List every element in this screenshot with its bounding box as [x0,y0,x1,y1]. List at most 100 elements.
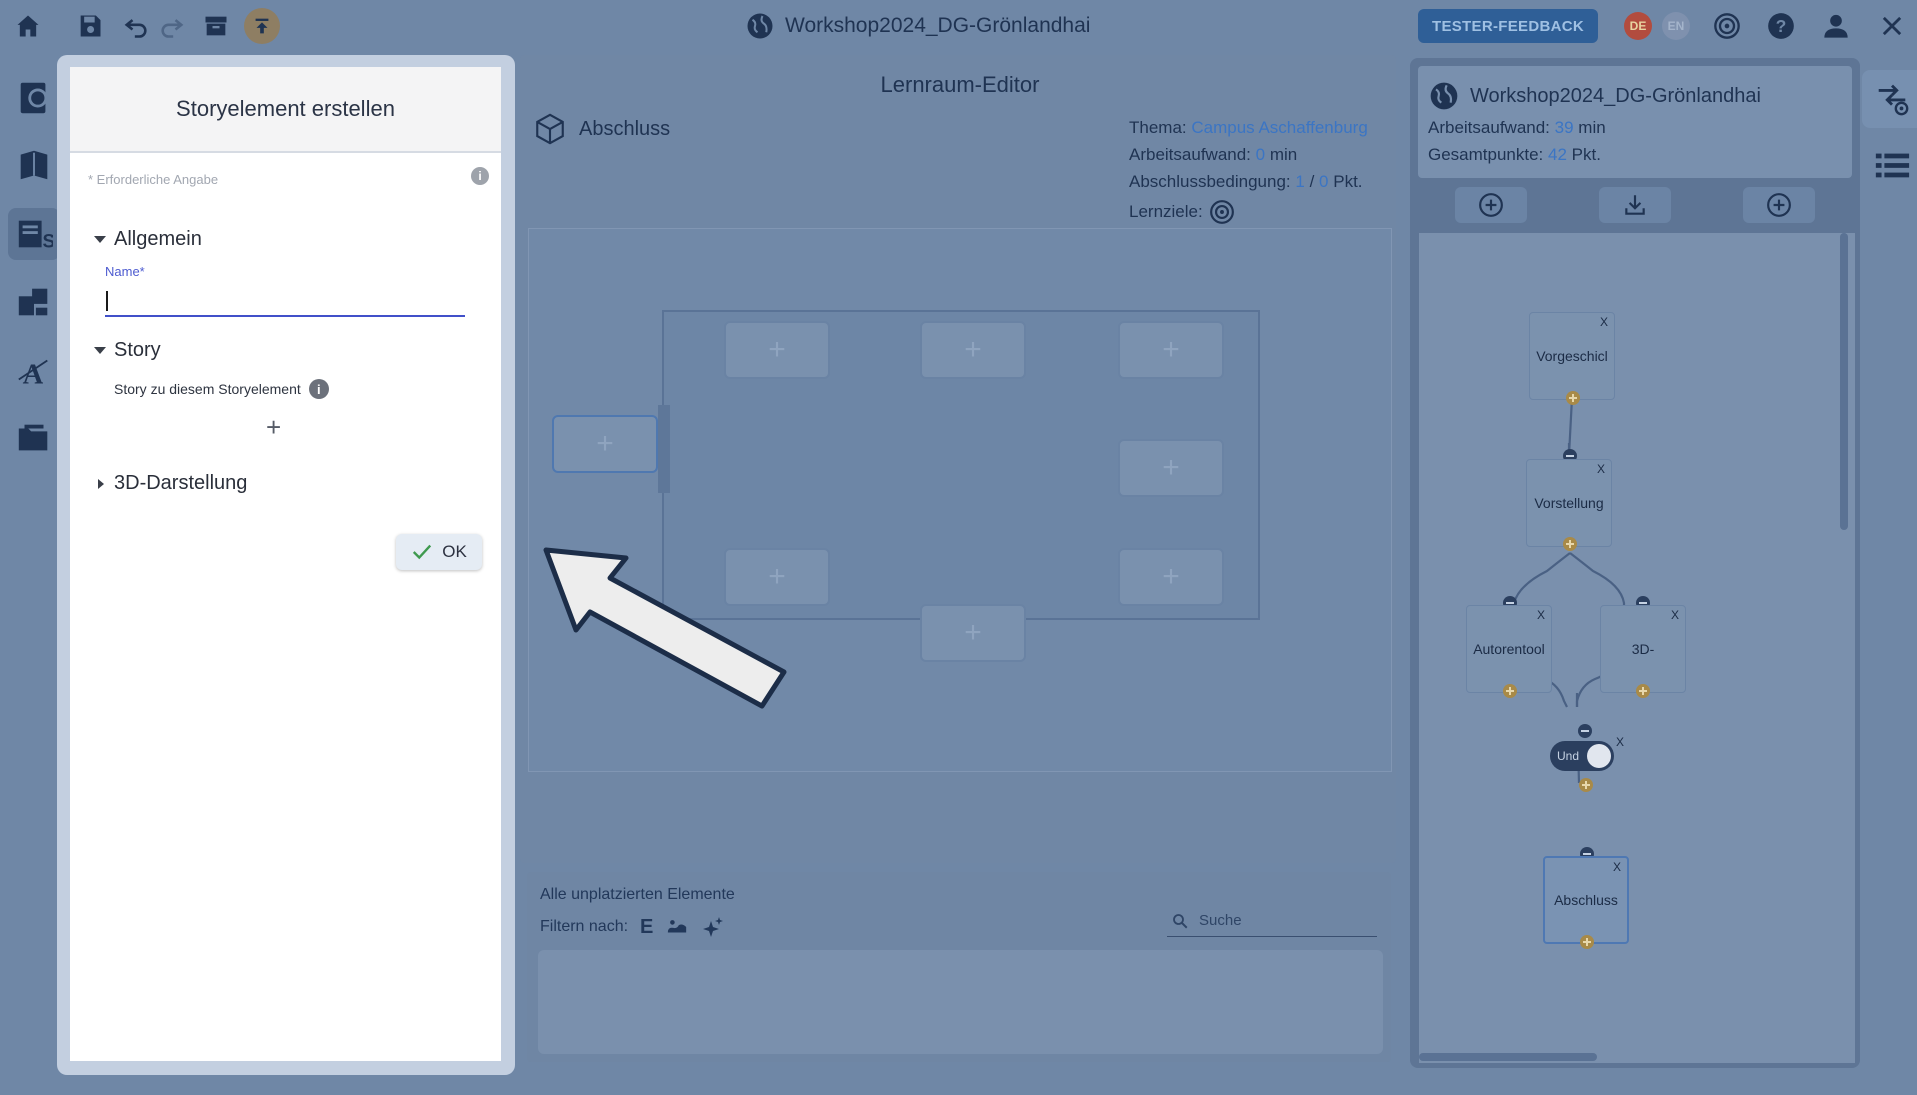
top-bar: Workshop2024_DG-Grönlandhai TESTER-FEEDB… [0,0,1917,52]
globe-icon [747,13,773,39]
required-note: * Erforderliche Angabe [88,172,219,187]
add-story-button[interactable]: + [266,412,281,443]
ok-button[interactable]: OK [396,534,482,570]
info-icon[interactable]: i [471,167,489,185]
graph-node-3d[interactable]: X 3D- [1600,605,1686,693]
list-view-icon[interactable] [1872,145,1912,185]
text-cursor [106,291,108,311]
search-icon [1173,913,1188,928]
learning-path-icon[interactable] [1872,78,1912,118]
filter-adaptivity-icon[interactable] [701,915,725,939]
and-condition-toggle[interactable]: Und [1550,741,1614,771]
help-icon[interactable]: ? [1765,10,1797,42]
nav-adaptivity-icon[interactable]: A [8,344,60,396]
add-circle-icon [1479,193,1503,217]
world-panel-title: Workshop2024_DG-Grönlandhai [1428,80,1761,112]
node-output-dot[interactable] [1503,684,1517,698]
nav-learning-space-icon[interactable]: S [8,208,60,260]
nav-files-icon[interactable] [8,412,60,464]
theme-value: Campus Aschaffenburg [1191,118,1368,137]
language-de-button[interactable]: DE [1624,12,1652,40]
save-icon[interactable] [74,10,106,42]
chevron-right-icon [98,478,104,489]
element-slot[interactable]: + [1118,439,1224,497]
add-space-button[interactable] [1455,187,1527,223]
element-slot[interactable]: + [1118,321,1224,379]
element-slot[interactable]: + [920,321,1026,379]
section-story-toggle[interactable]: Story [94,339,161,362]
export-icon[interactable] [244,8,280,44]
story-info-icon[interactable]: i [308,379,329,399]
close-icon[interactable] [1876,10,1908,42]
world-title-text: Workshop2024_DG-Grönlandhai [785,14,1091,37]
create-story-element-dialog: Storyelement erstellen * Erforderliche A… [70,67,501,1061]
nav-book-icon[interactable] [8,140,60,192]
workload-line: Arbeitsaufwand: 0 min [1129,145,1298,164]
graph-horizontal-scrollbar[interactable] [1419,1053,1597,1061]
language-en-button[interactable]: EN [1662,12,1690,40]
pointer-arrow-icon [543,547,787,709]
unplaced-elements-list [538,950,1383,1054]
story-slot-selected[interactable]: + [552,415,658,473]
svg-text:?: ? [1776,16,1787,36]
unplaced-title: Alle unplatzierten Elemente [540,886,735,903]
load-space-button[interactable] [1599,187,1671,223]
search-input[interactable]: Suche [1167,905,1377,937]
filter-element-button[interactable]: E [640,916,653,939]
check-icon [413,544,432,560]
graph-node-abschluss[interactable]: X Abschluss [1543,856,1629,944]
tester-feedback-button[interactable]: TESTER-FEEDBACK [1418,9,1598,43]
graph-node-vorstellung[interactable]: X Vorstellung [1526,459,1612,547]
goals-line: Lernziele: [1129,199,1235,225]
node-output-dot[interactable] [1563,537,1577,551]
remove-node-icon[interactable]: X [1671,608,1679,622]
space-name: Abschluss [533,112,670,146]
remove-node-icon[interactable]: X [1613,860,1621,874]
space-name-text: Abschluss [579,117,671,140]
world-points: Gesamtpunkte: 42 Pkt. [1428,145,1601,164]
learning-goals-icon[interactable] [1209,199,1235,225]
user-icon[interactable] [1820,10,1852,42]
cube-icon [536,113,564,145]
graph-node-vorgeschichte[interactable]: X Vorgeschicl [1529,312,1615,400]
condition-input-dot[interactable] [1578,724,1592,738]
remove-node-icon[interactable]: X [1597,462,1605,476]
home-icon[interactable] [12,10,44,42]
element-slot[interactable]: + [724,321,830,379]
target-icon[interactable] [1711,10,1743,42]
element-slot[interactable]: + [920,604,1026,662]
condition-output-dot[interactable] [1579,778,1593,792]
world-title: Workshop2024_DG-Grönlandhai [745,10,1090,42]
graph-vertical-scrollbar[interactable] [1840,233,1848,530]
add-condition-icon [1767,193,1791,217]
dialog-title: Storyelement erstellen [70,67,501,153]
name-label: Name* [105,264,145,279]
add-condition-button[interactable] [1743,187,1815,223]
remove-condition-icon[interactable]: X [1616,735,1624,749]
completion-line: Abschlussbedingung: 1 / 0 Pkt. [1129,172,1363,191]
section-3d-toggle[interactable]: 3D-Darstellung [94,472,247,495]
undo-icon[interactable] [120,10,152,42]
download-icon [1625,195,1645,215]
remove-node-icon[interactable]: X [1600,315,1608,329]
chevron-down-icon [94,236,106,243]
room-door [658,405,670,493]
filter-row: Filtern nach: E [540,915,725,939]
theme-line: Thema: Campus Aschaffenburg [1129,118,1368,137]
element-slot[interactable]: + [1118,548,1224,606]
remove-node-icon[interactable]: X [1537,608,1545,622]
chevron-down-icon [94,347,106,354]
section-general-toggle[interactable]: Allgemein [94,228,202,251]
node-output-dot[interactable] [1580,935,1594,949]
story-hint: Story zu diesem Storyelement i [114,379,329,399]
name-input[interactable] [105,283,465,317]
graph-node-autorentool[interactable]: X Autorentool [1466,605,1552,693]
nav-world-icon[interactable] [8,72,60,124]
archive-icon[interactable] [200,10,232,42]
nav-elements-icon[interactable] [8,276,60,328]
node-output-dot[interactable] [1636,684,1650,698]
filter-story-icon[interactable] [665,916,689,938]
redo-icon[interactable] [156,10,188,42]
editor-title: Lernraum-Editor [880,72,1040,97]
node-output-dot[interactable] [1566,391,1580,405]
